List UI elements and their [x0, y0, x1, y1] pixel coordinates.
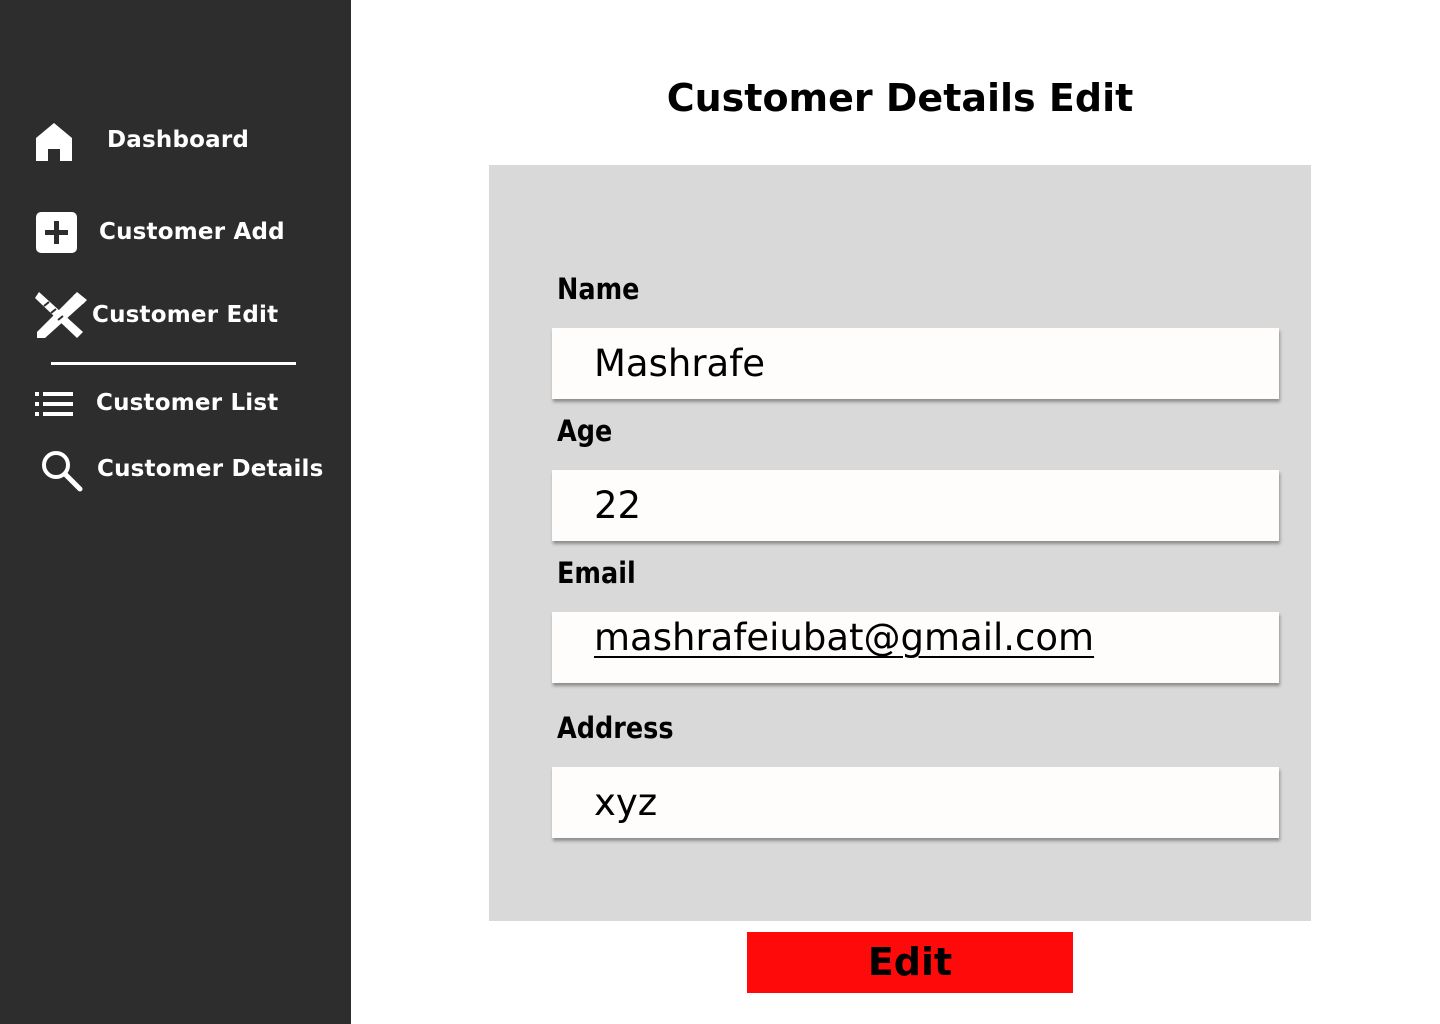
- sidebar-item-customer-details[interactable]: Customer Details: [0, 445, 351, 495]
- sidebar-item-label: Customer Add: [99, 219, 285, 245]
- email-label: Email: [557, 556, 636, 590]
- sidebar-item-label: Customer Edit: [92, 302, 279, 328]
- age-label: Age: [557, 414, 613, 448]
- name-label: Name: [557, 272, 640, 306]
- sidebar-item-label: Customer Details: [97, 456, 324, 482]
- address-value: xyz: [594, 781, 658, 824]
- sidebar-item-customer-add[interactable]: Customer Add: [0, 209, 351, 259]
- email-value: mashrafeiubat@gmail.com: [594, 616, 1095, 659]
- sidebar-item-dashboard[interactable]: Dashboard: [0, 117, 351, 167]
- plus-square-icon: [36, 212, 77, 253]
- address-label: Address: [557, 711, 674, 745]
- page-title: Customer Details Edit: [666, 76, 1134, 120]
- name-value: Mashrafe: [594, 342, 765, 385]
- name-field[interactable]: Mashrafe: [552, 328, 1279, 399]
- age-value: 22: [594, 484, 642, 527]
- list-icon: [35, 392, 73, 416]
- sidebar-item-customer-list[interactable]: Customer List: [0, 379, 351, 429]
- sidebar-item-label: Customer List: [96, 390, 279, 416]
- pencil-ruler-icon: [35, 292, 87, 338]
- edit-button[interactable]: Edit: [747, 932, 1073, 993]
- sidebar: Dashboard Customer Add Customer Edit Cus…: [0, 0, 351, 1024]
- sidebar-divider: [51, 362, 296, 365]
- email-field[interactable]: mashrafeiubat@gmail.com: [552, 612, 1279, 683]
- address-field[interactable]: xyz: [552, 767, 1279, 838]
- search-icon: [42, 451, 83, 492]
- age-field[interactable]: 22: [552, 470, 1279, 541]
- sidebar-item-label: Dashboard: [107, 127, 250, 153]
- customer-edit-form: Name Mashrafe Age 22 Email mashrafeiubat…: [489, 165, 1311, 921]
- sidebar-item-customer-edit[interactable]: Customer Edit: [0, 291, 351, 341]
- home-icon: [36, 123, 72, 161]
